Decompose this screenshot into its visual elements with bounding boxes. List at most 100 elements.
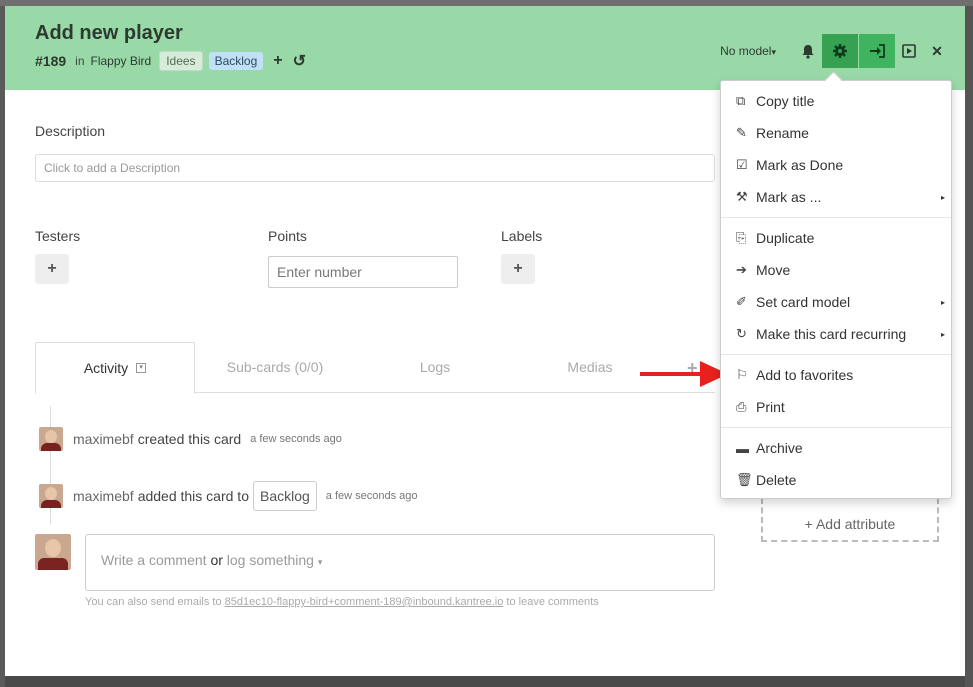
copy-icon: ⧉ (736, 93, 746, 108)
menu-divider (721, 217, 951, 218)
refresh-icon: ↻ (736, 326, 747, 341)
description-label: Description (35, 123, 106, 139)
points-label: Points (268, 228, 307, 244)
email-link[interactable]: 85d1ec10-flappy-bird+comment-189@inbound… (225, 596, 504, 608)
tab-logs[interactable]: Logs (355, 342, 515, 393)
annotation-arrow (640, 372, 706, 376)
header-actions: No model▾ ✕ (720, 34, 951, 68)
activity-item: maximebf created this card a few seconds… (39, 426, 342, 452)
card-meta: #189 in Flappy Bird Idees Backlog + ↺ (35, 51, 306, 71)
in-label: in (75, 54, 85, 68)
card-title[interactable]: Add new player (35, 22, 183, 45)
submenu-arrow-icon: ▸ (940, 329, 945, 339)
description-field[interactable]: Click to add a Description (35, 154, 715, 182)
menu-mark-as[interactable]: ⚒ Mark as ... ▸ (721, 181, 951, 213)
menu-add-favorites[interactable]: ⚐ Add to favorites (721, 359, 951, 391)
menu-copy-title[interactable]: ⧉ Copy title (721, 85, 951, 117)
menu-item-label: Mark as Done (756, 157, 844, 173)
chevron-down-icon[interactable]: ▾ (136, 363, 147, 373)
labels-label: Labels (501, 228, 543, 244)
activity-time: a few seconds ago (250, 433, 342, 445)
comment-or: or (210, 552, 223, 568)
menu-divider (721, 354, 951, 355)
menu-archive[interactable]: ▬ Archive (721, 432, 951, 464)
menu-rename[interactable]: ✎ Rename (721, 117, 951, 149)
activity-list-tag[interactable]: Backlog (252, 481, 317, 511)
avatar (39, 484, 63, 508)
close-icon[interactable]: ✕ (923, 35, 951, 67)
menu-make-recurring[interactable]: ↻ Make this card recurring ▸ (721, 318, 951, 350)
pencil-square-icon: ✐ (736, 294, 747, 309)
comment-placeholder: Write a comment (101, 552, 207, 568)
menu-item-label: Copy title (756, 93, 815, 109)
card-tabs: Activity ▾ Sub-cards (0/0) Logs Medias + (35, 342, 715, 394)
background-right (965, 6, 973, 687)
menu-item-label: Delete (756, 472, 797, 488)
menu-item-label: Add to favorites (756, 367, 854, 383)
tab-subcards[interactable]: Sub-cards (0/0) (195, 342, 355, 393)
menu-item-label: Mark as ... (756, 189, 822, 205)
menu-divider (721, 427, 951, 428)
check-square-icon: ☑ (736, 157, 748, 172)
card-actions-menu: ⧉ Copy title ✎ Rename ☑ Mark as Done ⚒ Mark … (720, 80, 952, 499)
play-icon[interactable] (895, 35, 923, 67)
menu-print[interactable]: ⎙ Print (721, 391, 951, 423)
menu-item-label: Move (756, 262, 791, 278)
bookmark-icon: ⚐ (736, 367, 748, 382)
menu-item-label: Print (756, 399, 785, 415)
tab-activity-label: Activity (83, 360, 129, 376)
log-something-toggle[interactable]: log something (227, 552, 314, 568)
activity-text: created this card (137, 431, 242, 447)
print-icon: ⎙ (736, 399, 747, 414)
submenu-arrow-icon: ▸ (940, 192, 945, 202)
add-tester-button[interactable]: + (35, 254, 69, 284)
add-tag-icon[interactable]: + (273, 52, 282, 70)
project-link[interactable]: Flappy Bird (91, 54, 152, 68)
menu-item-label: Set card model (756, 294, 851, 310)
add-attribute-button[interactable]: + Add attribute (761, 498, 939, 542)
points-input[interactable]: Enter number (268, 256, 458, 288)
menu-item-label: Duplicate (756, 230, 815, 246)
model-label: No model (720, 44, 772, 58)
signin-icon[interactable] (859, 34, 895, 68)
comment-input[interactable]: Write a comment or log something ▾ (85, 534, 715, 591)
activity-user[interactable]: maximebf (73, 488, 134, 504)
activity-text: added this card to (137, 488, 249, 504)
menu-item-label: Make this card recurring (756, 326, 907, 342)
activity-user[interactable]: maximebf (73, 431, 134, 447)
archive-icon: ▬ (736, 440, 749, 456)
arrow-right-icon: ➔ (736, 262, 747, 277)
menu-item-label: Archive (756, 440, 803, 456)
tab-medias[interactable]: Medias (515, 342, 665, 393)
bell-icon[interactable] (794, 35, 822, 67)
chevron-down-icon: ▾ (771, 47, 776, 57)
testers-label: Testers (35, 228, 81, 244)
activity-time: a few seconds ago (325, 490, 418, 502)
menu-delete[interactable]: 🗑 Delete (721, 464, 951, 496)
menu-mark-done[interactable]: ☑ Mark as Done (721, 149, 951, 181)
chevron-down-icon[interactable]: ▾ (318, 557, 323, 567)
email-hint-prefix: You can also send emails to (85, 596, 222, 608)
duplicate-icon: ⎘ (736, 230, 747, 245)
email-hint: You can also send emails to 85d1ec10-fla… (85, 596, 599, 608)
menu-move[interactable]: ➔ Move (721, 254, 951, 286)
model-select[interactable]: No model▾ (720, 44, 776, 58)
tag-idees[interactable]: Idees (159, 51, 203, 71)
tab-activity[interactable]: Activity ▾ (35, 342, 195, 394)
card-id: #189 (35, 53, 67, 69)
tag-backlog[interactable]: Backlog (208, 52, 264, 70)
menu-set-card-model[interactable]: ✐ Set card model ▸ (721, 286, 951, 318)
current-user-avatar (35, 534, 71, 570)
gavel-icon: ⚒ (736, 189, 748, 204)
menu-item-label: Rename (756, 125, 809, 141)
edit-icon: ✎ (736, 125, 747, 140)
activity-item: maximebf added this card to Backlog a fe… (39, 480, 418, 512)
history-icon[interactable]: ↺ (293, 51, 306, 71)
email-hint-suffix: to leave comments (506, 596, 599, 608)
add-label-button[interactable]: + (501, 254, 535, 284)
submenu-arrow-icon: ▸ (940, 297, 945, 307)
avatar (39, 427, 63, 451)
menu-duplicate[interactable]: ⎘ Duplicate (721, 222, 951, 254)
card-header: Add new player #189 in Flappy Bird Idees… (5, 6, 965, 90)
gear-icon[interactable] (822, 34, 858, 68)
